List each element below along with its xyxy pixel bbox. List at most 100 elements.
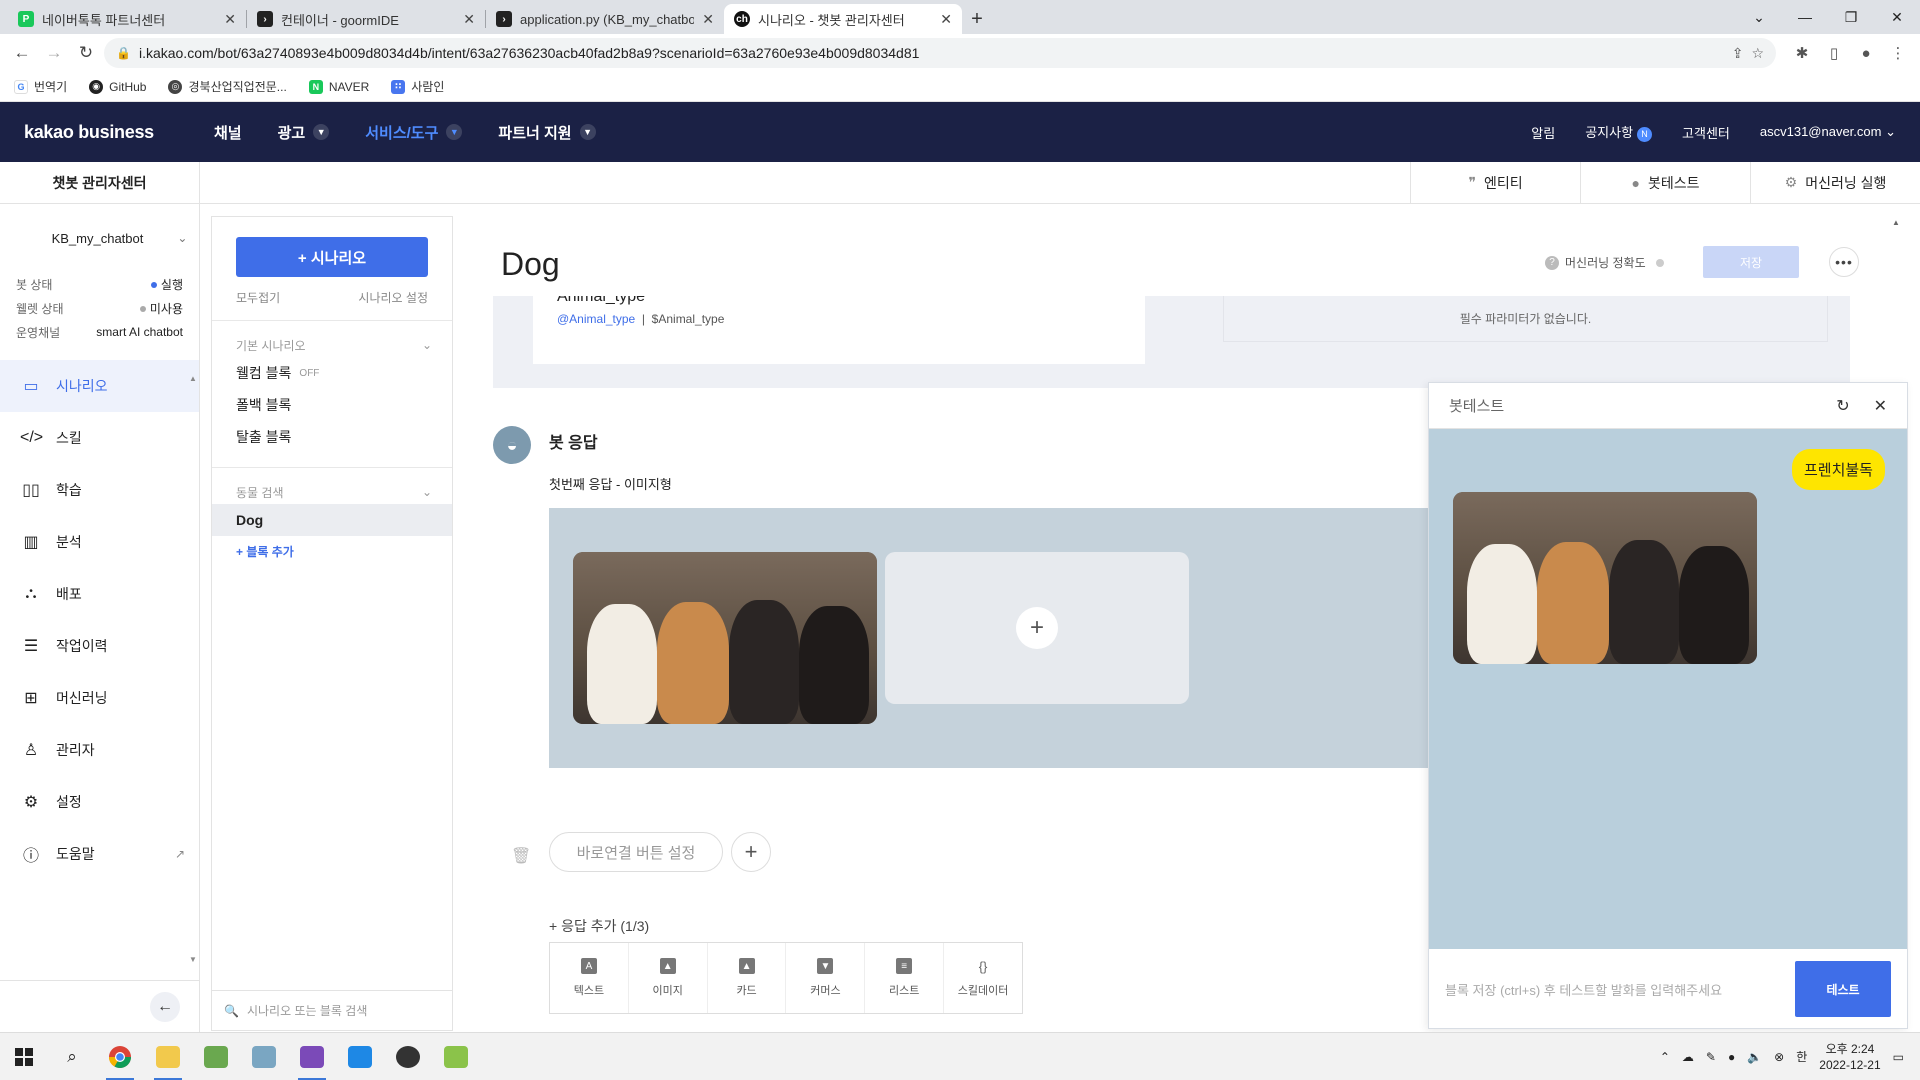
tool-icon[interactable]	[432, 1033, 480, 1080]
close-tab-icon[interactable]: ✕	[463, 11, 475, 28]
chat-icon[interactable]: ●	[1728, 1050, 1735, 1064]
response-type-skill-data[interactable]: {} 스킬데이터	[944, 943, 1022, 1013]
collapse-all-link[interactable]: 모두접기	[236, 289, 280, 306]
quick-link-button[interactable]: 바로연결 버튼 설정	[549, 832, 723, 872]
sidebar-item-machine-learning[interactable]: ⊞ 머신러닝	[0, 672, 199, 724]
chrome-icon[interactable]	[96, 1033, 144, 1080]
nav-item-ads[interactable]: 광고 ▼	[278, 122, 330, 143]
close-icon[interactable]: ✕	[1874, 396, 1887, 416]
block-title[interactable]: Dog	[501, 246, 560, 283]
notepad-plus-icon[interactable]	[192, 1033, 240, 1080]
nav-item-service-tools[interactable]: 서비스/도구 ▼	[365, 122, 463, 143]
browser-tab[interactable]: P 네이버톡톡 파트너센터 ✕	[8, 4, 246, 34]
kakao-business-logo[interactable]: kakao business	[24, 122, 214, 143]
minimize-icon[interactable]: —	[1782, 0, 1828, 34]
close-tab-icon[interactable]: ✕	[224, 11, 236, 28]
sidebar-scrollbar[interactable]: ▲ ▼	[187, 374, 199, 974]
sidebar-item-learning[interactable]: ▯▯ 학습	[0, 464, 199, 516]
add-button-icon[interactable]: +	[731, 832, 771, 872]
add-scenario-button[interactable]: + 시나리오	[236, 237, 428, 277]
scenario-section-header[interactable]: 기본 시나리오 ⌄	[212, 333, 452, 357]
sidebar-item-scenario[interactable]: ▭ 시나리오	[0, 360, 199, 412]
restore-icon[interactable]: ❐	[1828, 0, 1874, 34]
browser-tab[interactable]: › 컨테이너 - goormIDE ✕	[247, 4, 485, 34]
close-window-icon[interactable]: ✕	[1874, 0, 1920, 34]
account-menu[interactable]: ascv131@naver.com ⌄	[1760, 124, 1896, 140]
cloud-icon[interactable]: ☁	[1682, 1050, 1694, 1064]
volume-icon[interactable]: 🔈	[1747, 1050, 1762, 1064]
entity-button[interactable]: ❞ 엔티티	[1410, 161, 1580, 204]
new-tab-button[interactable]: +	[962, 4, 992, 34]
bookmark-item[interactable]: N NAVER	[308, 79, 369, 94]
nav-item-channel[interactable]: 채널	[214, 122, 242, 143]
url-text[interactable]: i.kakao.com/bot/63a2740893e4b009d8034d4b…	[139, 45, 1724, 61]
notice-link[interactable]: 공지사항 N	[1585, 122, 1653, 142]
chatbot-admin-title[interactable]: 챗봇 관리자센터	[0, 161, 200, 204]
sidebar-item-deploy[interactable]: ⛬ 배포	[0, 568, 199, 620]
bookmark-item[interactable]: ◉ GitHub	[89, 79, 146, 94]
ml-run-button[interactable]: ⚙ 머신러닝 실행	[1750, 161, 1920, 204]
close-tab-icon[interactable]: ✕	[940, 11, 952, 28]
arrow-left-icon[interactable]: ←	[150, 991, 180, 1022]
sidebar-item-skill[interactable]: </> 스킬	[0, 412, 199, 464]
visual-studio-icon[interactable]	[288, 1033, 336, 1080]
sidebar-item-admin[interactable]: ♙ 관리자	[0, 724, 199, 776]
sidebar-item-settings[interactable]: ⚙ 설정	[0, 776, 199, 828]
windows-start-icon[interactable]	[0, 1033, 48, 1080]
bot-test-button[interactable]: ● 봇테스트	[1580, 161, 1750, 204]
sidebar-item-help[interactable]: ⓘ 도움말 ↗	[0, 828, 199, 880]
share-icon[interactable]: ⇪	[1732, 45, 1744, 62]
browser-menu-icon[interactable]: ⋮	[1884, 39, 1912, 67]
bot-test-input[interactable]: 블록 저장 (ctrl+s) 후 테스트할 발화를 입력해주세요	[1445, 980, 1795, 999]
browser-tab-active[interactable]: ch 시나리오 - 챗봇 관리자센터 ✕	[724, 4, 962, 34]
obs-icon[interactable]	[384, 1033, 432, 1080]
reload-icon[interactable]: ↻	[72, 39, 100, 67]
refresh-icon[interactable]: ↻	[1836, 396, 1849, 416]
support-link[interactable]: 고객센터	[1682, 123, 1730, 142]
alert-link[interactable]: 알림	[1531, 123, 1555, 142]
block-item-exit[interactable]: 탈출 블록	[212, 421, 452, 453]
scenario-settings-link[interactable]: 시나리오 설정	[358, 289, 428, 306]
vscode-icon[interactable]	[336, 1033, 384, 1080]
scroll-down-icon[interactable]: ▼	[187, 955, 199, 964]
sidebar-item-analysis[interactable]: ▥ 분석	[0, 516, 199, 568]
response-type-text[interactable]: A 텍스트	[550, 943, 629, 1013]
block-item-welcome[interactable]: 웰컴 블록 OFF	[212, 357, 452, 389]
ime-indicator[interactable]: 한	[1796, 1048, 1807, 1065]
response-type-commerce[interactable]: ▼ 커머스	[786, 943, 866, 1013]
trash-icon[interactable]: 🗑	[511, 846, 531, 866]
extensions-icon[interactable]: ✱	[1788, 39, 1816, 67]
bot-reply-image[interactable]	[1453, 492, 1757, 664]
clock[interactable]: 오후 2:24 2022-12-21	[1819, 1041, 1880, 1073]
scroll-up-icon[interactable]: ▲	[187, 374, 199, 383]
lock-icon[interactable]: 🔒	[116, 46, 131, 60]
block-item-fallback[interactable]: 폴백 블록	[212, 389, 452, 421]
browser-tab[interactable]: › application.py (KB_my_chatbot_... ✕	[486, 4, 724, 34]
add-block-link[interactable]: + 블록 추가	[212, 536, 452, 566]
response-type-image[interactable]: ▲ 이미지	[629, 943, 708, 1013]
help-icon[interactable]: ?	[1545, 255, 1559, 270]
back-icon[interactable]: ←	[8, 39, 36, 67]
scenario-search[interactable]: 🔍 시나리오 또는 블록 검색	[212, 990, 452, 1030]
close-tab-icon[interactable]: ✕	[702, 11, 714, 28]
response-image[interactable]	[573, 552, 877, 724]
notification-icon[interactable]: ▭	[1893, 1050, 1904, 1064]
file-explorer-icon[interactable]	[144, 1033, 192, 1080]
bookmark-item[interactable]: G 번역기	[14, 78, 67, 95]
parameter-card[interactable]: Animal_type @Animal_type | $Animal_type	[533, 288, 1145, 364]
search-icon[interactable]: ⌕	[48, 1033, 96, 1080]
bookmark-item[interactable]: ∷ 사람인	[391, 78, 444, 95]
tray-expand-icon[interactable]: ⌃	[1660, 1050, 1670, 1064]
side-panel-icon[interactable]: ▯	[1820, 39, 1848, 67]
more-options-icon[interactable]: •••	[1829, 247, 1859, 277]
sidebar-item-history[interactable]: ☰ 작업이력	[0, 620, 199, 672]
url-bar[interactable]: 🔒 i.kakao.com/bot/63a2740893e4b009d8034d…	[104, 38, 1776, 68]
bot-selector[interactable]: KB_my_chatbot ⌄	[0, 204, 199, 272]
network-icon[interactable]: ⊗	[1774, 1050, 1784, 1064]
add-image-card[interactable]: +	[885, 552, 1189, 704]
forward-icon[interactable]: →	[40, 39, 68, 67]
profile-icon[interactable]: ●	[1852, 39, 1880, 67]
tab-search-icon[interactable]: ⌄	[1736, 0, 1782, 34]
block-item-dog[interactable]: Dog	[212, 504, 452, 536]
paint-icon[interactable]	[240, 1033, 288, 1080]
